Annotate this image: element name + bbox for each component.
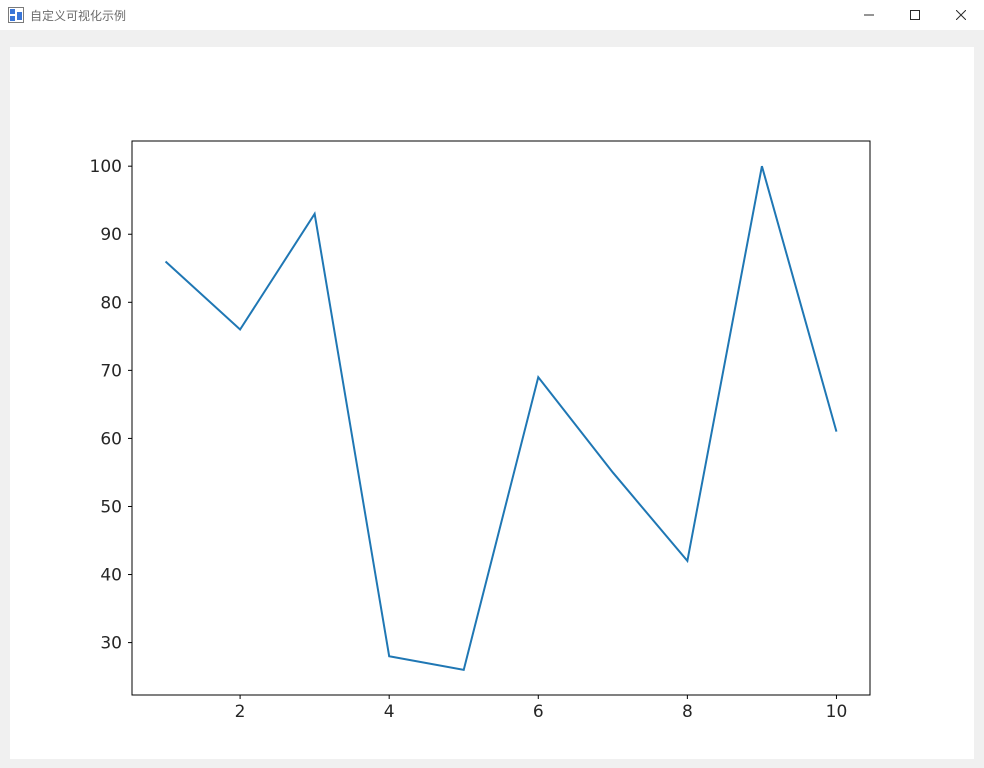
x-tick-label: 2 bbox=[235, 702, 246, 722]
minimize-icon bbox=[864, 10, 874, 20]
data-series-line bbox=[166, 166, 837, 670]
y-tick-label: 90 bbox=[100, 225, 122, 245]
y-tick-label: 80 bbox=[100, 293, 122, 313]
x-tick-label: 6 bbox=[533, 702, 544, 722]
window-minimize-button[interactable] bbox=[846, 0, 892, 30]
x-axis: 2 4 6 8 10 bbox=[235, 695, 848, 722]
y-tick-label: 100 bbox=[90, 157, 122, 177]
figure-canvas: 2 4 6 8 10 30 40 50 60 70 80 90 100 bbox=[10, 47, 974, 759]
maximize-icon bbox=[910, 10, 920, 20]
y-tick-label: 70 bbox=[100, 361, 122, 381]
y-tick-label: 40 bbox=[100, 566, 122, 586]
window-close-button[interactable] bbox=[938, 0, 984, 30]
line-chart: 2 4 6 8 10 30 40 50 60 70 80 90 100 bbox=[10, 47, 974, 759]
window-titlebar: 自定义可视化示例 bbox=[0, 0, 984, 31]
y-tick-label: 50 bbox=[100, 497, 122, 517]
y-tick-label: 30 bbox=[100, 634, 122, 654]
x-tick-label: 4 bbox=[384, 702, 395, 722]
client-area: 2 4 6 8 10 30 40 50 60 70 80 90 100 bbox=[0, 31, 984, 768]
plot-border bbox=[132, 141, 870, 695]
close-icon bbox=[956, 10, 966, 20]
app-icon bbox=[8, 7, 24, 23]
y-axis: 30 40 50 60 70 80 90 100 bbox=[90, 157, 132, 653]
window-title: 自定义可视化示例 bbox=[30, 7, 126, 24]
window-maximize-button[interactable] bbox=[892, 0, 938, 30]
y-tick-label: 60 bbox=[100, 429, 122, 449]
x-tick-label: 8 bbox=[682, 702, 693, 722]
x-tick-label: 10 bbox=[826, 702, 848, 722]
